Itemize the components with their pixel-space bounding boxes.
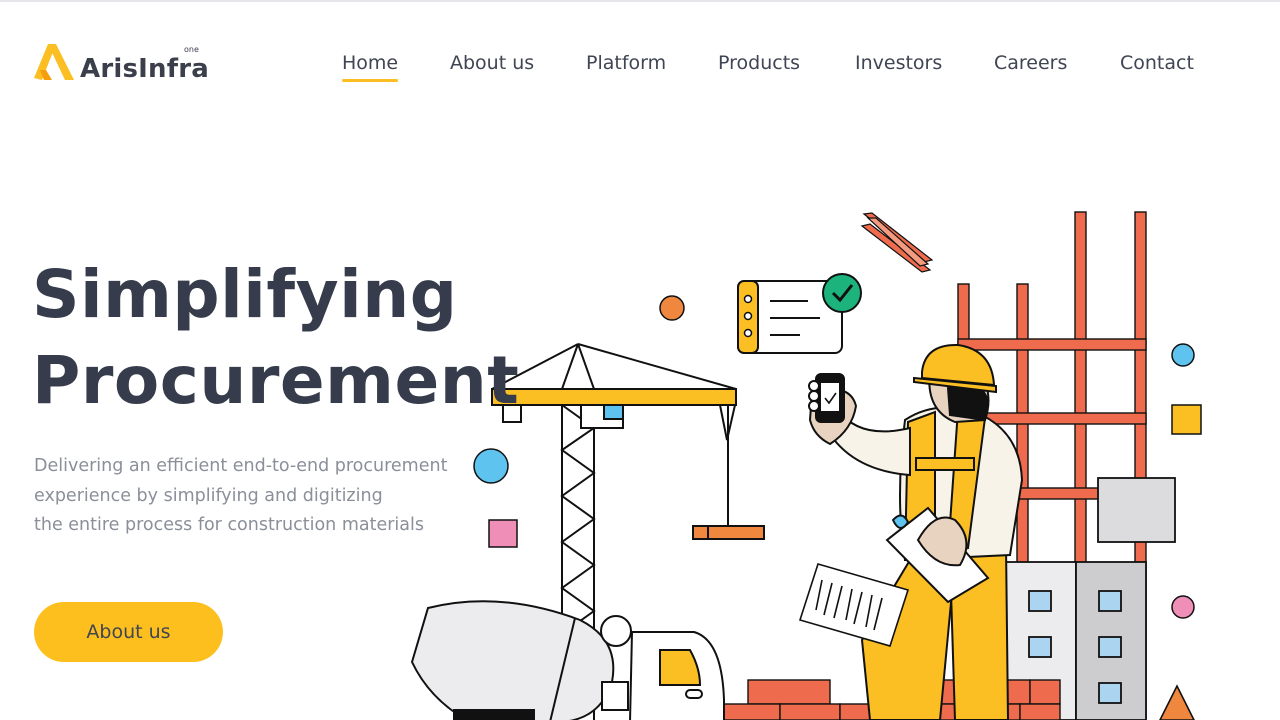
hero-title: Simplifying Procurement [32, 252, 519, 424]
receipt-icon [798, 563, 910, 647]
checklist-card-icon [737, 273, 862, 354]
yellow-square-icon [1171, 404, 1202, 435]
hero-subtitle: Delivering an efficient end-to-end procu… [34, 452, 504, 541]
brand-suffix: one [184, 45, 199, 54]
grey-panel-icon [1097, 477, 1176, 543]
about-us-button[interactable]: About us [34, 602, 223, 662]
nav-products[interactable]: Products [718, 52, 800, 74]
arisinfra-logo-icon [34, 44, 74, 80]
construction-worker-icon [808, 343, 1024, 720]
hero-title-line-1: Simplifying [32, 256, 458, 333]
steel-beam-icon [860, 212, 934, 273]
nav-careers[interactable]: Careers [994, 52, 1067, 74]
scaffold-icon [957, 211, 1147, 720]
building-icon [1005, 561, 1147, 720]
brand-name: ArisInfra [80, 54, 209, 84]
site-header: ArisInfra one Home About us Platform Pro… [0, 0, 1280, 120]
hero-title-line-2: Procurement [32, 342, 520, 419]
concrete-mixer-icon [410, 600, 725, 720]
pink-dot-icon [1171, 595, 1195, 619]
orange-dot-icon [659, 295, 685, 321]
blue-dot-right-icon [1171, 343, 1195, 367]
traffic-cone-icon [1159, 684, 1195, 720]
nav-contact[interactable]: Contact [1120, 52, 1194, 74]
bricks-icon [719, 679, 1061, 720]
nav-platform[interactable]: Platform [586, 52, 666, 74]
tower-crane-icon [491, 343, 765, 720]
nav-investors[interactable]: Investors [855, 52, 942, 74]
hero-subtitle-line-2: experience by simplifying and digitizing [34, 485, 383, 506]
brand-logo[interactable]: ArisInfra one [34, 40, 209, 84]
nav-about-us[interactable]: About us [450, 52, 534, 74]
nav-home[interactable]: Home [342, 52, 399, 82]
hero-subtitle-line-1: Delivering an efficient end-to-end procu… [34, 456, 448, 476]
hero-subtitle-line-3: the entire process for construction mate… [34, 515, 424, 535]
